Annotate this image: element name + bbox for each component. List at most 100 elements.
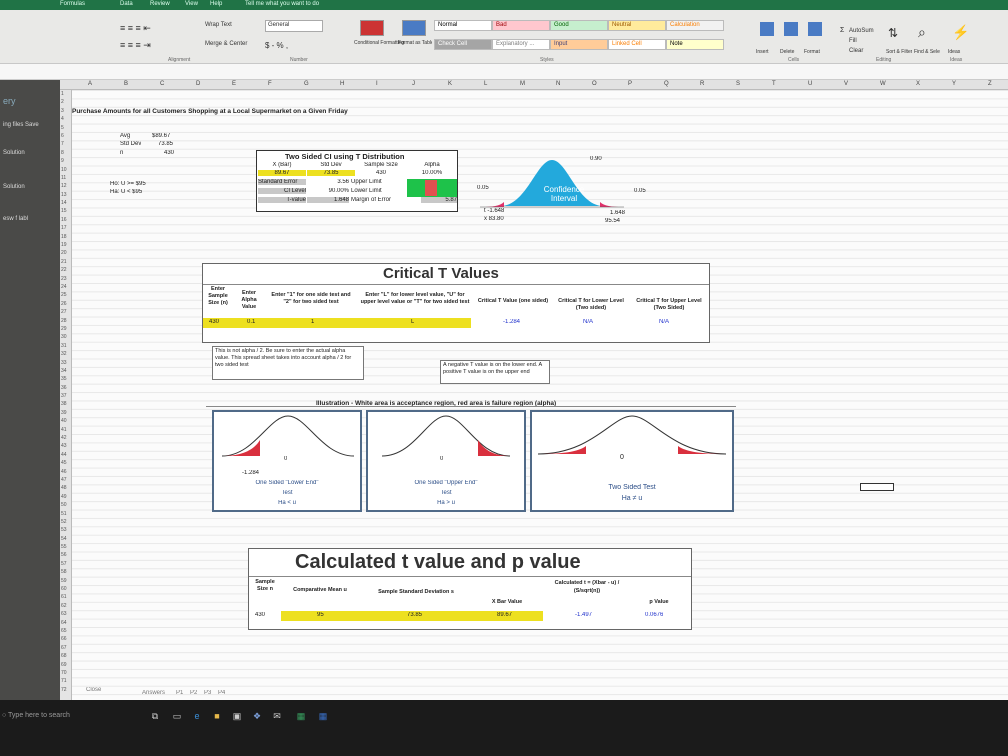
row-header[interactable]: 54: [60, 535, 71, 543]
row-header[interactable]: 29: [60, 325, 71, 333]
row-header[interactable]: 13: [60, 191, 71, 199]
column-header[interactable]: N: [556, 81, 560, 87]
row-header[interactable]: 66: [60, 635, 71, 643]
cell-style-5[interactable]: Calculation: [666, 20, 724, 31]
row-header[interactable]: 70: [60, 669, 71, 677]
row-header[interactable]: 45: [60, 459, 71, 467]
row-header[interactable]: 44: [60, 451, 71, 459]
row-header[interactable]: 15: [60, 207, 71, 215]
left-pane-item[interactable]: Solution: [3, 184, 25, 190]
row-header[interactable]: 18: [60, 233, 71, 241]
ci-sd-value[interactable]: 73.85: [307, 170, 355, 176]
autosum-button[interactable]: AutoSum: [849, 28, 874, 34]
column-header[interactable]: H: [340, 81, 344, 87]
word-icon[interactable]: ▦: [318, 711, 328, 721]
file-explorer-icon[interactable]: ■: [212, 711, 222, 721]
task-view-icon[interactable]: ⧉: [150, 711, 160, 721]
row-header[interactable]: 30: [60, 333, 71, 341]
column-header[interactable]: K: [448, 81, 452, 87]
cell-style-4[interactable]: Neutral: [608, 20, 666, 31]
row-header[interactable]: 27: [60, 308, 71, 316]
row-header[interactable]: 9: [60, 157, 71, 165]
row-header[interactable]: 11: [60, 174, 71, 182]
cell-style-9[interactable]: Linked Cell: [608, 39, 666, 50]
calc-sd-value[interactable]: 73.85: [407, 612, 422, 618]
row-header[interactable]: 50: [60, 501, 71, 509]
row-header[interactable]: 55: [60, 543, 71, 551]
tab-help[interactable]: Help: [210, 1, 222, 7]
tab-formulas[interactable]: Formulas: [60, 1, 85, 7]
merge-center-button[interactable]: Merge & Center: [205, 41, 247, 47]
currency-symbols[interactable]: $ - % ,: [265, 41, 288, 50]
wrap-text-button[interactable]: Wrap Text: [205, 22, 232, 28]
row-header[interactable]: 24: [60, 283, 71, 291]
worksheet[interactable]: Purchase Amounts for all Customers Shopp…: [72, 90, 1008, 700]
alignment-icons[interactable]: ≡ ≡ ≡ ⇤: [120, 23, 151, 34]
row-header[interactable]: 58: [60, 568, 71, 576]
row-header[interactable]: 33: [60, 359, 71, 367]
sort-filter-button[interactable]: Sort & Filter: [886, 49, 912, 55]
sheet-tab[interactable]: P4: [218, 690, 225, 696]
row-header[interactable]: 51: [60, 510, 71, 518]
formula-bar[interactable]: [0, 64, 1008, 80]
row-header[interactable]: 14: [60, 199, 71, 207]
row-header[interactable]: 46: [60, 468, 71, 476]
ci-n-value[interactable]: 430: [356, 170, 406, 176]
left-pane-item[interactable]: ing files Save: [3, 122, 39, 128]
column-header[interactable]: Q: [664, 81, 669, 87]
row-header[interactable]: 69: [60, 661, 71, 669]
row-header[interactable]: 39: [60, 409, 71, 417]
row-header[interactable]: 28: [60, 317, 71, 325]
row-header[interactable]: 5: [60, 124, 71, 132]
column-header[interactable]: L: [484, 81, 487, 87]
row-header[interactable]: 21: [60, 258, 71, 266]
tab-review[interactable]: Review: [150, 1, 170, 7]
ci-xbar-value[interactable]: 89.67: [258, 170, 306, 176]
clear-button[interactable]: Clear: [849, 48, 863, 54]
align-center-icons[interactable]: ≡ ≡ ≡ ⇥: [120, 40, 151, 51]
sheet-tab[interactable]: P1: [176, 690, 183, 696]
tab-view[interactable]: View: [185, 1, 198, 7]
row-header[interactable]: 68: [60, 652, 71, 660]
left-pane-item[interactable]: esw f labl: [3, 216, 28, 222]
row-header[interactable]: 6: [60, 132, 71, 140]
delete-icon[interactable]: [784, 22, 798, 36]
tab-data[interactable]: Data: [120, 1, 133, 7]
row-header[interactable]: 17: [60, 224, 71, 232]
number-format-select[interactable]: General: [265, 20, 323, 32]
column-header[interactable]: Y: [952, 81, 956, 87]
row-header[interactable]: 2: [60, 98, 71, 106]
row-header[interactable]: 60: [60, 585, 71, 593]
sheet-tab[interactable]: Close: [86, 687, 101, 693]
column-header[interactable]: I: [376, 81, 378, 87]
delete-button[interactable]: Delete: [780, 49, 794, 55]
row-header[interactable]: 31: [60, 342, 71, 350]
column-header[interactable]: W: [880, 81, 886, 87]
desktop-icon[interactable]: ▭: [172, 711, 182, 721]
left-pane-item[interactable]: Solution: [3, 150, 25, 156]
row-header[interactable]: 3: [60, 107, 71, 115]
column-header[interactable]: M: [520, 81, 525, 87]
insert-icon[interactable]: [760, 22, 774, 36]
row-header[interactable]: 7: [60, 140, 71, 148]
row-header[interactable]: 20: [60, 249, 71, 257]
cell-style-8[interactable]: Input: [550, 39, 608, 50]
column-header[interactable]: Z: [988, 81, 992, 87]
row-header[interactable]: 53: [60, 526, 71, 534]
taskbar-search[interactable]: ○ Type here to search: [2, 712, 70, 719]
format-as-table-icon[interactable]: [402, 20, 426, 36]
row-header[interactable]: 1: [60, 90, 71, 98]
row-header[interactable]: 59: [60, 577, 71, 585]
column-header[interactable]: V: [844, 81, 848, 87]
sheet-tab[interactable]: P2: [190, 690, 197, 696]
calc-mean-value[interactable]: 95: [317, 612, 324, 618]
column-header[interactable]: J: [412, 81, 415, 87]
column-header[interactable]: B: [124, 81, 128, 87]
row-header[interactable]: 8: [60, 149, 71, 157]
column-header[interactable]: F: [268, 81, 272, 87]
calc-n-value[interactable]: 430: [255, 612, 265, 618]
calc-xbar-value[interactable]: 89.67: [497, 612, 512, 618]
ci-alpha-value[interactable]: 10.00%: [407, 170, 457, 176]
store-icon[interactable]: ▣: [232, 711, 242, 721]
column-header[interactable]: U: [808, 81, 812, 87]
